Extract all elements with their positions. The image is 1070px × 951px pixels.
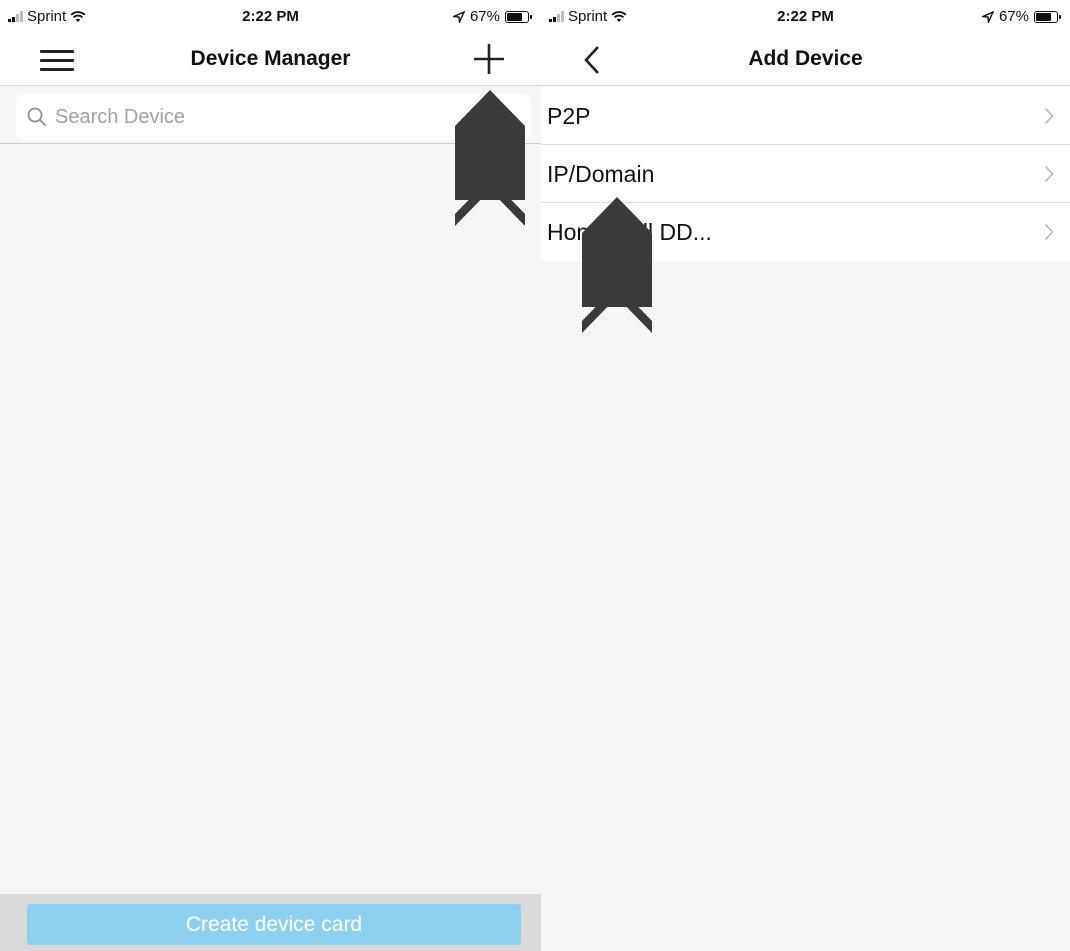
battery-icon <box>505 10 532 23</box>
status-bar: Sprint 2:22 PM 67% <box>0 0 541 34</box>
page-title: Device Manager <box>190 47 351 70</box>
search-bar <box>0 86 541 144</box>
chevron-right-icon <box>1044 107 1054 125</box>
battery-percent: 67% <box>469 8 500 25</box>
battery-icon <box>1034 10 1061 23</box>
search-input[interactable] <box>55 105 531 129</box>
create-device-card-button[interactable]: Create device card <box>27 904 521 945</box>
status-bar: Sprint 2:22 PM 67% <box>541 0 1070 34</box>
nav-bar: Add Device <box>541 34 1070 86</box>
add-icon[interactable] <box>472 42 506 76</box>
chevron-right-icon <box>1044 165 1054 183</box>
option-label: P2P <box>547 103 591 129</box>
search-box[interactable] <box>16 94 531 140</box>
chevron-right-icon <box>1044 223 1054 241</box>
option-label: Honeywell DD... <box>547 219 712 245</box>
bottom-bar: Create device card <box>0 894 541 951</box>
status-right: 67% <box>981 8 1061 25</box>
option-p2p[interactable]: P2P <box>541 87 1070 145</box>
status-right: 67% <box>452 8 532 25</box>
nav-bar: Device Manager <box>0 34 541 86</box>
page-title: Add Device <box>748 47 863 70</box>
battery-percent: 67% <box>998 8 1029 25</box>
option-label: IP/Domain <box>547 161 655 187</box>
location-icon <box>981 10 994 23</box>
add-device-options: P2P IP/Domain Honeywell DD... <box>541 87 1070 261</box>
search-icon <box>27 107 47 127</box>
option-ip-domain[interactable]: IP/Domain <box>541 145 1070 203</box>
add-device-screen: Sprint 2:22 PM 67% Add Device P2P IP/Dom… <box>541 0 1070 951</box>
device-manager-screen: Sprint 2:22 PM 67% Device Manager Search… <box>0 0 541 951</box>
option-honeywell-ddns[interactable]: Honeywell DD... <box>541 203 1070 261</box>
location-icon <box>452 10 465 23</box>
